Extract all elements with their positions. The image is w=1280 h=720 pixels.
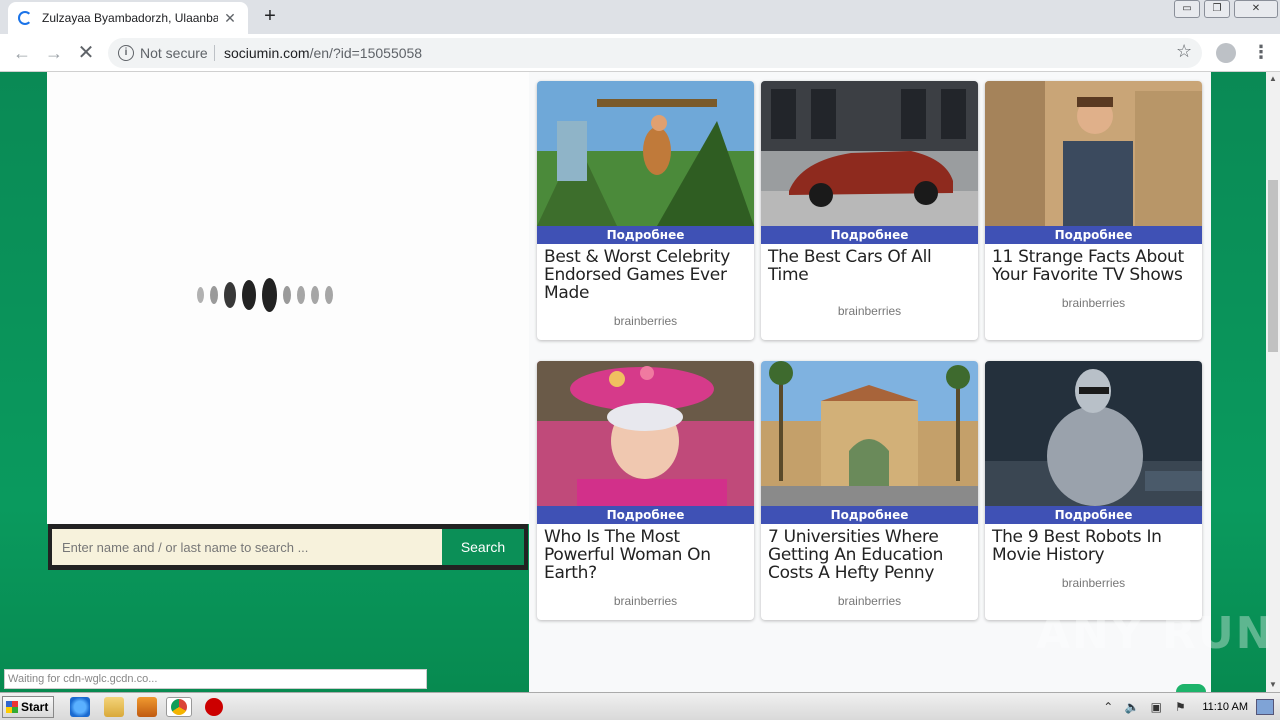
forward-arrow-icon[interactable]: → <box>42 41 66 65</box>
clock[interactable]: 11:10 AM <box>1202 701 1248 713</box>
windows-logo-icon <box>6 701 18 713</box>
action-center-flag-icon[interactable]: ⚑ <box>1172 699 1188 715</box>
more-badge[interactable]: Подробнее <box>537 226 754 244</box>
card-source: brainberries <box>837 594 902 608</box>
article-card[interactable]: Подробнее 11 Strange Facts About Your Fa… <box>985 81 1202 340</box>
card-title[interactable]: The 9 Best Robots In Movie History <box>985 524 1202 564</box>
internet-explorer-icon[interactable] <box>70 697 90 717</box>
scroll-thumb[interactable] <box>1268 180 1278 352</box>
red-car-image[interactable] <box>761 81 978 226</box>
start-label: Start <box>21 700 49 714</box>
status-bar: Waiting for cdn-wglc.gcdn.co... <box>4 669 427 689</box>
tab-title: Zulzayaa Byambadorzh, Ulaanbaatar <box>42 11 218 25</box>
card-title[interactable]: The Best Cars Of All Time <box>761 244 978 284</box>
url-path: /en/?id=15055058 <box>309 45 423 61</box>
queen-image[interactable] <box>537 361 754 506</box>
anyrun-watermark: ANY RUN <box>1036 608 1275 659</box>
article-card[interactable]: Подробнее The Best Cars Of All Time brai… <box>761 81 978 340</box>
network-icon[interactable]: ▣ <box>1148 699 1164 715</box>
card-source: brainberries <box>1061 296 1126 310</box>
robocop-image[interactable] <box>985 361 1202 506</box>
card-title[interactable]: Best & Worst Celebrity Endorsed Games Ev… <box>537 244 754 302</box>
tv-show-image[interactable] <box>985 81 1202 226</box>
chrome-logo-icon <box>171 699 187 715</box>
close-window-button[interactable]: ✕ <box>1234 0 1278 18</box>
start-button[interactable]: Start <box>2 696 54 718</box>
article-card[interactable]: Подробнее 7 Universities Where Getting A… <box>761 361 978 620</box>
card-source: brainberries <box>613 594 678 608</box>
security-label: Not secure <box>140 45 208 61</box>
windows-taskbar: Start ⌃ 🔈 ▣ ⚑ 11:10 AM <box>0 692 1280 720</box>
omnibox-divider <box>214 45 215 61</box>
kebab-menu-icon[interactable]: ⋮ <box>1252 42 1270 63</box>
recommended-articles: Подробнее Best & Worst Celebrity Endorse… <box>529 72 1211 692</box>
more-badge[interactable]: Подробнее <box>985 506 1202 524</box>
volume-icon[interactable]: 🔈 <box>1124 699 1140 715</box>
bookmark-star-icon[interactable]: ☆ <box>1176 41 1192 62</box>
address-bar[interactable]: i Not secure sociumin.com/en/?id=1505505… <box>108 38 1202 68</box>
system-tray: ⌃ 🔈 ▣ ⚑ 11:10 AM <box>1096 693 1280 720</box>
more-badge[interactable]: Подробнее <box>761 506 978 524</box>
loading-dots-icon <box>197 278 333 312</box>
minimize-button[interactable]: ▭ <box>1174 0 1200 18</box>
university-image[interactable] <box>761 361 978 506</box>
new-tab-button[interactable]: + <box>258 4 282 28</box>
more-badge[interactable]: Подробнее <box>985 226 1202 244</box>
page-scrollbar[interactable]: ▲ ▼ <box>1266 72 1280 692</box>
card-source: brainberries <box>613 314 678 328</box>
card-title[interactable]: Who Is The Most Powerful Woman On Earth? <box>537 524 754 582</box>
card-title[interactable]: 11 Strange Facts About Your Favorite TV … <box>985 244 1202 284</box>
profile-panel <box>47 72 529 524</box>
media-player-icon[interactable] <box>137 697 157 717</box>
stop-loading-icon[interactable]: ✕ <box>74 41 98 65</box>
page-content: Search Подробнее Best & Worst Celebrity … <box>0 72 1266 692</box>
restore-button[interactable]: ❐ <box>1204 0 1230 18</box>
url-text: sociumin.com/en/?id=15055058 <box>224 38 422 68</box>
file-explorer-icon[interactable] <box>104 697 124 717</box>
card-source: brainberries <box>1061 576 1126 590</box>
back-arrow-icon[interactable]: ← <box>10 41 34 65</box>
jungle-game-image[interactable] <box>537 81 754 226</box>
info-icon[interactable]: i <box>118 45 134 61</box>
loading-spinner-icon <box>18 11 32 25</box>
search-button[interactable]: Search <box>442 529 524 565</box>
show-desktop-icon[interactable] <box>1256 699 1274 715</box>
tab-strip: Zulzayaa Byambadorzh, Ulaanbaatar ✕ + ▭ … <box>0 0 1280 34</box>
more-badge[interactable]: Подробнее <box>761 226 978 244</box>
url-host: sociumin.com <box>224 45 310 61</box>
browser-toolbar: ← → ✕ i Not secure sociumin.com/en/?id=1… <box>0 34 1280 72</box>
profile-avatar-icon[interactable] <box>1216 43 1236 63</box>
tab-close-icon[interactable]: ✕ <box>222 10 238 27</box>
more-badge[interactable]: Подробнее <box>537 506 754 524</box>
chrome-taskbar-icon[interactable] <box>166 697 192 717</box>
scroll-up-arrow-icon[interactable]: ▲ <box>1266 72 1280 86</box>
article-card[interactable]: Подробнее Who Is The Most Powerful Woman… <box>537 361 754 620</box>
article-card[interactable]: Подробнее Best & Worst Celebrity Endorse… <box>537 81 754 340</box>
tray-expand-icon[interactable]: ⌃ <box>1100 699 1116 715</box>
window-controls: ▭ ❐ ✕ <box>1172 0 1280 18</box>
article-card[interactable]: Подробнее The 9 Best Robots In Movie His… <box>985 361 1202 620</box>
search-form: Search <box>48 524 528 570</box>
warning-app-icon[interactable] <box>205 698 223 716</box>
browser-tab[interactable]: Zulzayaa Byambadorzh, Ulaanbaatar ✕ <box>8 2 248 34</box>
scroll-down-arrow-icon[interactable]: ▼ <box>1266 678 1280 692</box>
card-title[interactable]: 7 Universities Where Getting An Educatio… <box>761 524 978 582</box>
search-input[interactable] <box>52 529 442 565</box>
card-source: brainberries <box>837 304 902 318</box>
